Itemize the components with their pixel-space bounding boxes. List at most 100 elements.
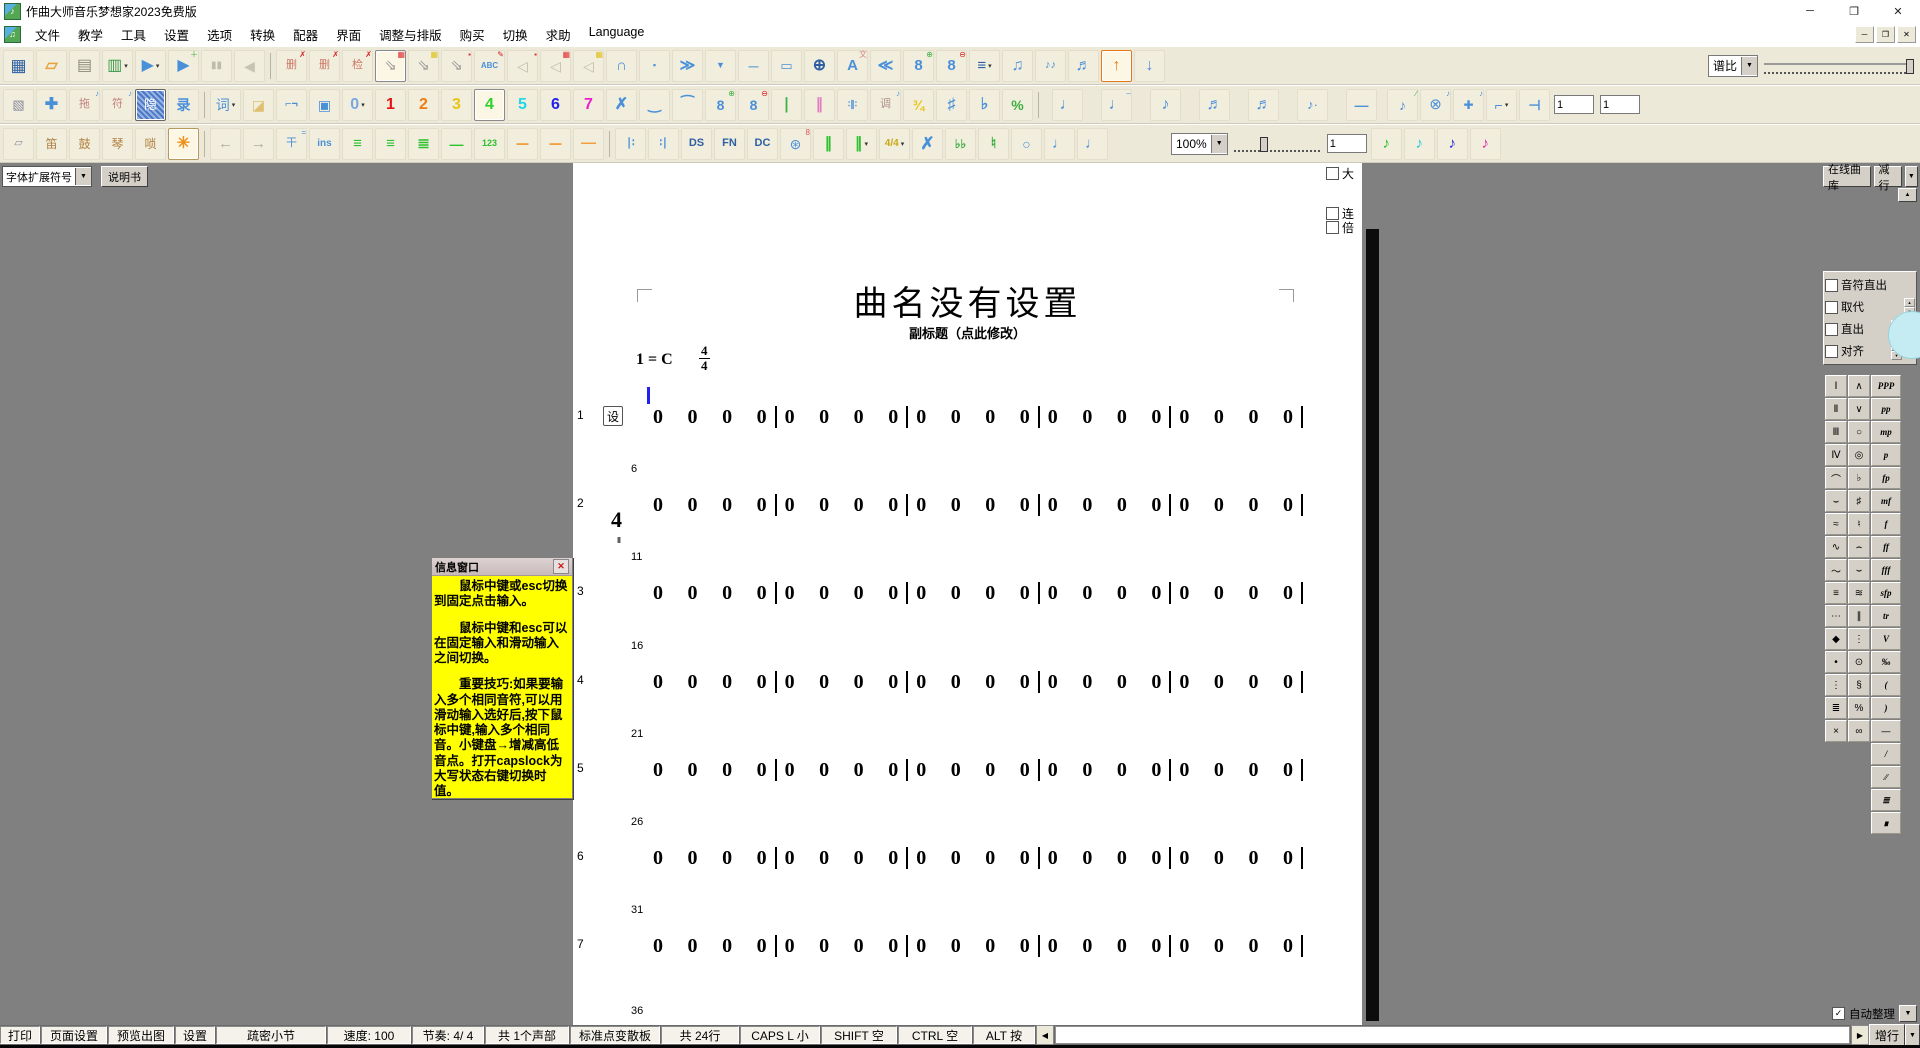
grace-note-icon[interactable]: ♪∕ [1387,89,1418,121]
window-icon[interactable]: ▣ [309,89,340,121]
measure[interactable]: 0000 [777,671,909,693]
remove-row-button[interactable]: 减行 [1874,166,1901,187]
beat-note[interactable]: 0 [1179,583,1189,603]
beat-note[interactable]: 0 [854,936,864,956]
duration-dotted-icon[interactable]: ♪· [1297,89,1328,121]
status-segment[interactable]: 共 1个声部 [485,1026,569,1044]
maximize-button[interactable]: ❐ [1832,0,1876,22]
beat-note[interactable]: 0 [985,848,995,868]
beat-note[interactable]: 0 [653,936,663,956]
menu-item[interactable]: 工具 [112,25,155,44]
beat-note[interactable]: 0 [1020,495,1030,515]
beat-note[interactable]: 0 [916,407,926,427]
symbol-glyph-button[interactable]: Ⅰ [1825,375,1847,397]
beat-note[interactable]: 0 [1151,672,1161,692]
beat-note[interactable]: 0 [1248,407,1258,427]
save-icon[interactable]: ▦ [3,50,34,82]
status-segment[interactable]: 标准点变散板 [570,1026,660,1044]
measure[interactable]: 0000 [908,494,1040,516]
beat-note[interactable]: 0 [819,583,829,603]
chevron-down-icon[interactable]: ▾ [361,101,365,109]
beat-note[interactable]: 0 [1048,672,1058,692]
chevron-down-icon[interactable]: ▾ [124,62,128,70]
beat-note[interactable]: 0 [1151,848,1161,868]
double-flat-icon[interactable]: ♭♭ [945,128,976,160]
pipa-icon[interactable]: 琴 [102,128,133,160]
manual-button[interactable]: 说明书 [101,166,148,187]
digit-4-icon[interactable]: 4 [474,89,505,121]
beat-note[interactable]: 0 [1020,936,1030,956]
status-segment[interactable]: 共 24行 [661,1026,739,1044]
zoom-slider[interactable] [1234,136,1320,152]
delete-check-icon[interactable]: 检✗ [342,50,373,82]
auto-arrange-control[interactable]: ✓ 自动整理 ▼ [1832,1005,1917,1022]
beat-note[interactable]: 0 [1117,760,1127,780]
beat-note[interactable]: 0 [916,583,926,603]
beat-note[interactable]: 0 [1179,672,1189,692]
duration-whole-icon[interactable]: — [1346,89,1377,121]
select-mode-yellow-icon[interactable]: ◁▦ [573,50,604,82]
symbol-glyph-button[interactable]: ◎ [1848,444,1870,466]
checkbox-icon[interactable] [1326,167,1339,180]
back-icon[interactable]: ≪ [870,50,901,82]
close-button[interactable]: ✕ [1876,0,1920,22]
status-segment[interactable]: 速度: 100 [327,1026,411,1044]
beat-note[interactable]: 0 [854,583,864,603]
beat-note[interactable]: 0 [1117,495,1127,515]
green-align-3-icon[interactable]: ≡ [342,128,373,160]
beat-note[interactable]: 0 [1283,495,1293,515]
score-system[interactable]: 00000000000000000000 [645,494,1303,516]
beat-note[interactable]: 0 [785,936,795,956]
chevron-down-icon[interactable]: ▾ [1505,101,1509,109]
play-export-icon[interactable]: ▶＋ [168,50,199,82]
symbol-glyph-button[interactable]: § [1848,674,1870,696]
beat-note[interactable]: 0 [688,495,698,515]
paste-mode-yellow-icon[interactable]: ⇘▦ [408,50,439,82]
beat-note[interactable]: 0 [888,583,898,603]
measure[interactable]: 0000 [908,671,1040,693]
chevron-down-icon[interactable]: ▼ [75,168,91,185]
beat-note[interactable]: 0 [1214,848,1224,868]
frame-icon[interactable]: ▭ [771,50,802,82]
value-input-1[interactable] [1554,95,1594,114]
repeat-barline-icon[interactable]: ∶∥∶ [837,89,868,121]
beat-note[interactable]: 0 [785,760,795,780]
beat-note[interactable]: 0 [1082,672,1092,692]
drop-marker-icon[interactable]: ▼ [705,50,736,82]
beat-note[interactable]: 0 [1020,583,1030,603]
status-segment[interactable]: CTRL 空 [898,1026,972,1044]
minimize-button[interactable]: ─ [1788,0,1832,22]
chevron-down-icon[interactable]: ▾ [864,140,868,148]
beat-note[interactable]: 0 [1179,936,1189,956]
beat-note[interactable]: 0 [1248,672,1258,692]
open-folder-icon[interactable]: ▱ [36,50,67,82]
beat-note[interactable]: 0 [1248,936,1258,956]
keyboard-icon[interactable]: ▤ [69,50,100,82]
symbol-mp-button[interactable]: mp [1871,421,1901,443]
beat-note[interactable]: 0 [888,760,898,780]
beat-note[interactable]: 0 [757,848,767,868]
beat-note[interactable]: 0 [1283,407,1293,427]
measure[interactable]: 0000 [1171,935,1303,957]
beat-note[interactable]: 0 [854,848,864,868]
note-green-icon[interactable]: ♪ [1371,128,1402,160]
measure[interactable]: 0000 [645,935,777,957]
symbol-glyph-button[interactable]: ∨ [1848,398,1870,420]
note-blue-icon[interactable]: ♪ [1437,128,1468,160]
beat-note[interactable]: 0 [819,495,829,515]
eraser-icon[interactable]: ◪ [243,89,274,121]
status-segment[interactable]: 页面设置 [41,1026,107,1044]
dc-icon[interactable]: DC [747,128,778,160]
scroll-right-icon[interactable]: ▶ [1851,1025,1869,1045]
measure[interactable]: 0000 [908,759,1040,781]
beat-note[interactable]: 0 [785,407,795,427]
slur-up-icon[interactable]: ⁀ [672,89,703,121]
beat-note[interactable]: 0 [854,495,864,515]
blue-note-1-icon[interactable]: ♩ [1044,128,1075,160]
status-segment[interactable]: CAPS L 小 [740,1026,820,1044]
beat-note[interactable]: 0 [688,583,698,603]
measure[interactable]: 0000 [645,582,777,604]
meter-44-icon[interactable]: 4/4▾ [879,128,910,160]
horizontal-scrollbar[interactable] [1055,1026,1850,1044]
beat-note[interactable]: 0 [916,495,926,515]
